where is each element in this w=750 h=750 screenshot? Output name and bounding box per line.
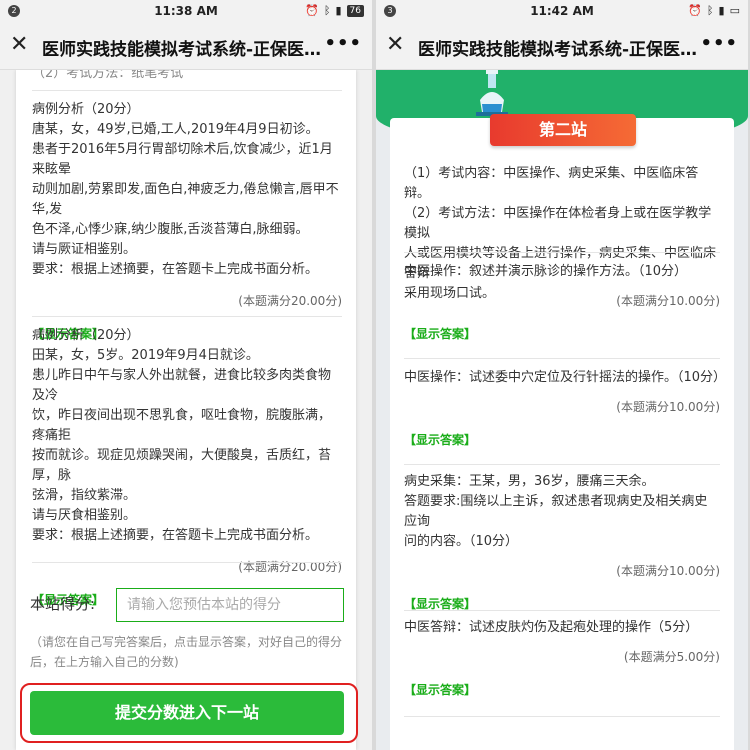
scroll-content[interactable]: （2）考试方法：纸笔考试 病例分析（20分） 唐某，女，49岁,已婚,工人,20… [0, 70, 372, 750]
case-line: 色不泽,心悸少寐,纳少腹胀,舌淡苔薄白,脉细弱。 [32, 222, 309, 237]
status-bar: 3 11:42 AM ⏰ ᛒ ▮ ▭ [376, 0, 748, 22]
case-line: 田某，女，5岁。2019年9月4日就诊。 [32, 348, 259, 363]
score-note: (本题满分5.00分) [623, 650, 720, 664]
right-screen: 3 11:42 AM ⏰ ᛒ ▮ ▭ ✕ 医师实践技能模拟考试系统-正保医… •… [376, 0, 748, 750]
case-item: 病例分析（20分） 唐某，女，49岁,已婚,工人,2019年4月9日初诊。 患者… [32, 100, 342, 342]
question-line: 答题要求:围绕以上主诉，叙述患者现病史及相关病史应询 [404, 494, 708, 529]
alarm-icon: ⏰ [688, 4, 702, 17]
station-title: 第二站 [490, 114, 636, 146]
hint-text: （请您在自己写完答案后，点击显示答案，对好自己的得分后，在上方输入自己的分数) [30, 635, 343, 669]
score-note: (本题满分20.00分) [238, 560, 342, 574]
question-item: 中医操作：试述委中穴定位及行针摇法的操作。（10分） (本题满分10.00分) … [404, 368, 727, 448]
question-item: 中医答辩：试述皮肤灼伤及起疱处理的操作（5分） (本题满分5.00分) 【显示答… [404, 618, 720, 698]
more-menu-icon[interactable]: ••• [324, 33, 362, 54]
case-line: 病例分析（20分） [32, 102, 140, 117]
case-line: 饮，昨日夜间出现不思乳食，呕吐食物，脘腹胀满，疼痛拒 [32, 408, 332, 443]
score-input[interactable]: 请输入您预估本站的得分 [116, 588, 344, 622]
case-line: 动则加剧,劳累即发,面色白,神疲乏力,倦怠懒言,唇甲不华,发 [32, 182, 339, 217]
signal-icon: ▮ [718, 4, 725, 17]
method-text: （2）考试方法：纸笔考试 [32, 70, 184, 81]
case-line: 患儿昨日中午与家人外出就餐，进食比较多肉类食物及冷 [32, 368, 332, 403]
question-line: 中医操作：叙述并演示脉诊的操作方法。（10分） [404, 264, 688, 279]
battery-icon: ▭ [729, 4, 740, 17]
score-note: (本题满分10.00分) [616, 400, 720, 414]
case-line: 病例分析（20分） [32, 328, 140, 343]
case-item: 病例分析（20分） 田某，女，5岁。2019年9月4日就诊。 患儿昨日中午与家人… [32, 326, 342, 608]
submit-button[interactable]: 提交分数进入下一站 [30, 691, 344, 735]
page-title: 医师实践技能模拟考试系统-正保医… [418, 40, 698, 60]
case-line: 要求：根据上述摘要，在答题卡上完成书面分析。 [32, 528, 319, 543]
case-line: 患者于2016年5月行胃部切除术后,饮食减少，近1月来眩晕 [32, 142, 333, 177]
case-line: 按而就诊。现症见烦躁哭闹，大便酸臭，舌质红，苔厚，脉 [32, 448, 332, 483]
bluetooth-icon: ᛒ [323, 4, 331, 17]
scroll-content[interactable]: 第二站 （1）考试内容：中医操作、病史采集、中医临床答辩。 （2）考试方法：中医… [376, 70, 748, 750]
show-answer-link[interactable]: 【显示答案】 [404, 681, 720, 698]
score-note: (本题满分10.00分) [616, 294, 720, 308]
question-item: 中医操作：叙述并演示脉诊的操作方法。（10分） (本题满分10.00分) 【显示… [404, 262, 720, 342]
score-label: 本站得分: [30, 595, 96, 613]
status-bar: 2 11:38 AM ⏰ ᛒ ▮ 76 [0, 0, 372, 22]
left-screen: 2 11:38 AM ⏰ ᛒ ▮ 76 ✕ 医师实践技能模拟考试系统-正保医… … [0, 0, 372, 750]
score-note: (本题满分20.00分) [238, 294, 342, 308]
question-item: 病史采集：王某，男，36岁，腰痛三天余。 答题要求:围绕以上主诉，叙述患者现病史… [404, 472, 720, 612]
close-icon[interactable]: ✕ [386, 34, 408, 56]
status-icons: ⏰ ᛒ ▮ 76 [305, 4, 364, 17]
case-line: 请与厥证相鉴别。 [32, 242, 137, 257]
show-answer-link[interactable]: 【显示答案】 [404, 325, 720, 342]
signal-icon: ▮ [335, 4, 342, 17]
page-title: 医师实践技能模拟考试系统-正保医… [42, 40, 322, 60]
nav-bar: ✕ 医师实践技能模拟考试系统-正保医… ••• [376, 22, 748, 70]
case-line: 请与厌食相鉴别。 [32, 508, 137, 523]
nav-bar: ✕ 医师实践技能模拟考试系统-正保医… ••• [0, 22, 372, 70]
score-note: (本题满分10.00分) [616, 564, 720, 578]
question-line: 病史采集：王某，男，36岁，腰痛三天余。 [404, 474, 655, 489]
intro-line: （1）考试内容：中医操作、病史采集、中医临床答辩。 [404, 166, 699, 201]
case-line: 要求：根据上述摘要，在答题卡上完成书面分析。 [32, 262, 319, 277]
alarm-icon: ⏰ [305, 4, 319, 17]
status-icons: ⏰ ᛒ ▮ ▭ [688, 4, 740, 17]
close-icon[interactable]: ✕ [10, 34, 32, 56]
battery-icon: 76 [346, 4, 364, 17]
question-line: 中医答辩：试述皮肤灼伤及起疱处理的操作（5分） [404, 620, 699, 635]
show-answer-link[interactable]: 【显示答案】 [404, 431, 720, 448]
intro-line: （2）考试方法：中医操作在体检者身上或在医学教学模拟 [404, 206, 712, 241]
question-line: 中医操作：试述委中穴定位及行针摇法的操作。（10分） [404, 370, 727, 385]
flask-icon [476, 70, 508, 116]
more-menu-icon[interactable]: ••• [700, 33, 738, 54]
bluetooth-icon: ᛒ [706, 4, 714, 17]
case-line: 唐某，女，49岁,已婚,工人,2019年4月9日初诊。 [32, 122, 319, 137]
question-line: 问的内容。（10分） [404, 534, 519, 549]
case-line: 弦滑，指纹紫滞。 [32, 488, 137, 503]
